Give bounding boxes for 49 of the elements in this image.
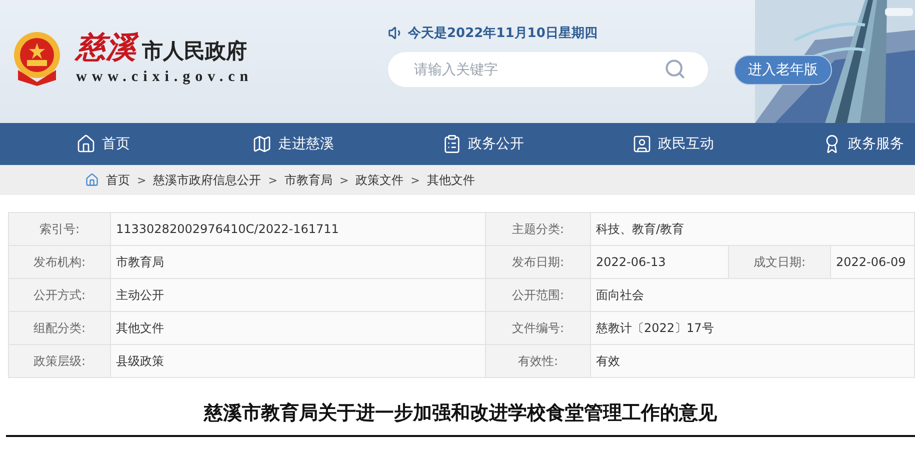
breadcrumb-link[interactable]: 其他文件 (426, 172, 475, 188)
field-value: 科技、教育/教育 (591, 213, 915, 246)
emblem-icon (12, 30, 62, 86)
field-value: 有效 (591, 345, 915, 378)
field-label: 公开范围: (486, 279, 591, 312)
field-value: 县级政策 (111, 345, 486, 378)
id-card-icon (632, 134, 652, 154)
field-value: 2022-06-09 (831, 246, 915, 279)
nav-item[interactable]: 首页 (8, 123, 198, 165)
site-url: www.cixi.gov.cn (76, 68, 254, 86)
house-icon (76, 134, 96, 154)
field-label: 政策层级: (9, 345, 111, 378)
field-label: 成文日期: (729, 246, 831, 279)
current-date: 今天是2022年11月10日星期四 (408, 25, 598, 42)
clipboard-icon (442, 134, 462, 154)
nav-item[interactable]: 政务公开 (388, 123, 578, 165)
breadcrumb-link[interactable]: 市教育局 (284, 172, 332, 188)
field-label: 有效性: (486, 345, 591, 378)
field-value: 慈教计〔2022〕17号 (591, 312, 915, 345)
search-field[interactable]: 请输入关键字 (388, 52, 708, 87)
breadcrumb-separator: > (410, 174, 420, 186)
breadcrumb-separator: > (268, 174, 278, 186)
breadcrumb-link[interactable]: 政策文件 (356, 172, 404, 188)
search-icon[interactable] (664, 58, 686, 80)
field-label: 索引号: (9, 213, 111, 246)
elder-mode-button[interactable]: 进入老年版 (734, 54, 832, 84)
government-name: 市人民政府 (142, 38, 247, 64)
document-title: 慈溪市教育局关于进一步加强和改进学校食堂管理工作的意见 (6, 400, 915, 437)
breadcrumb-link[interactable]: 慈溪市政府信息公开 (153, 172, 262, 188)
nav-item[interactable]: 政务服务 (768, 123, 915, 165)
field-value: 其他文件 (111, 312, 486, 345)
breadcrumb-separator: > (339, 174, 349, 186)
field-label: 发布机构: (9, 246, 111, 279)
field-value: 面向社会 (591, 279, 915, 312)
field-label: 组配分类: (9, 312, 111, 345)
map-icon (252, 134, 272, 154)
field-label: 发布日期: (486, 246, 591, 279)
nav-item[interactable]: 走进慈溪 (198, 123, 388, 165)
field-value: 11330282002976410C/2022-161711 (111, 213, 486, 246)
home-icon[interactable] (85, 173, 99, 187)
nav-item[interactable]: 政民互动 (578, 123, 768, 165)
field-value: 市教育局 (111, 246, 486, 279)
field-label: 文件编号: (486, 312, 591, 345)
field-label: 公开方式: (9, 279, 111, 312)
field-label: 主题分类: (486, 213, 591, 246)
breadcrumb-link[interactable]: 首页 (106, 172, 130, 188)
breadcrumb-separator: > (137, 174, 146, 186)
field-value: 主动公开 (111, 279, 486, 312)
field-value: 2022-06-13 (591, 246, 729, 279)
